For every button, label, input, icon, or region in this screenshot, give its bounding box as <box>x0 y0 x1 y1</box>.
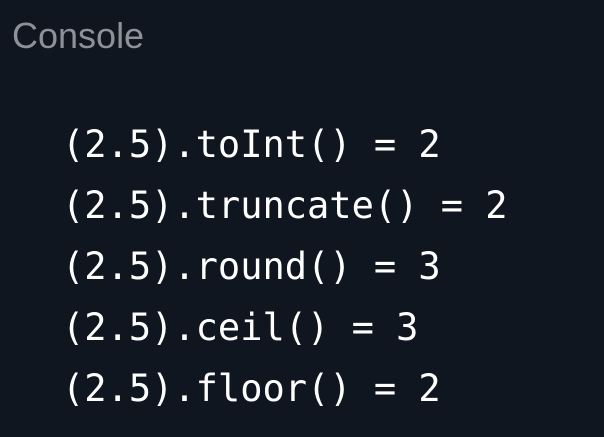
console-output: (2.5).toInt() = 2 (2.5).truncate() = 2 (… <box>62 114 508 419</box>
console-line-5: (2.5).floor() = 2 <box>62 367 441 410</box>
console-line-4: (2.5).ceil() = 3 <box>62 306 419 349</box>
console-line-1: (2.5).toInt() = 2 <box>62 123 441 166</box>
console-panel: Console (2.5).toInt() = 2 (2.5).truncate… <box>0 0 604 437</box>
console-line-3: (2.5).round() = 3 <box>62 245 441 288</box>
console-title: Console <box>12 15 145 56</box>
console-line-2: (2.5).truncate() = 2 <box>62 184 508 227</box>
